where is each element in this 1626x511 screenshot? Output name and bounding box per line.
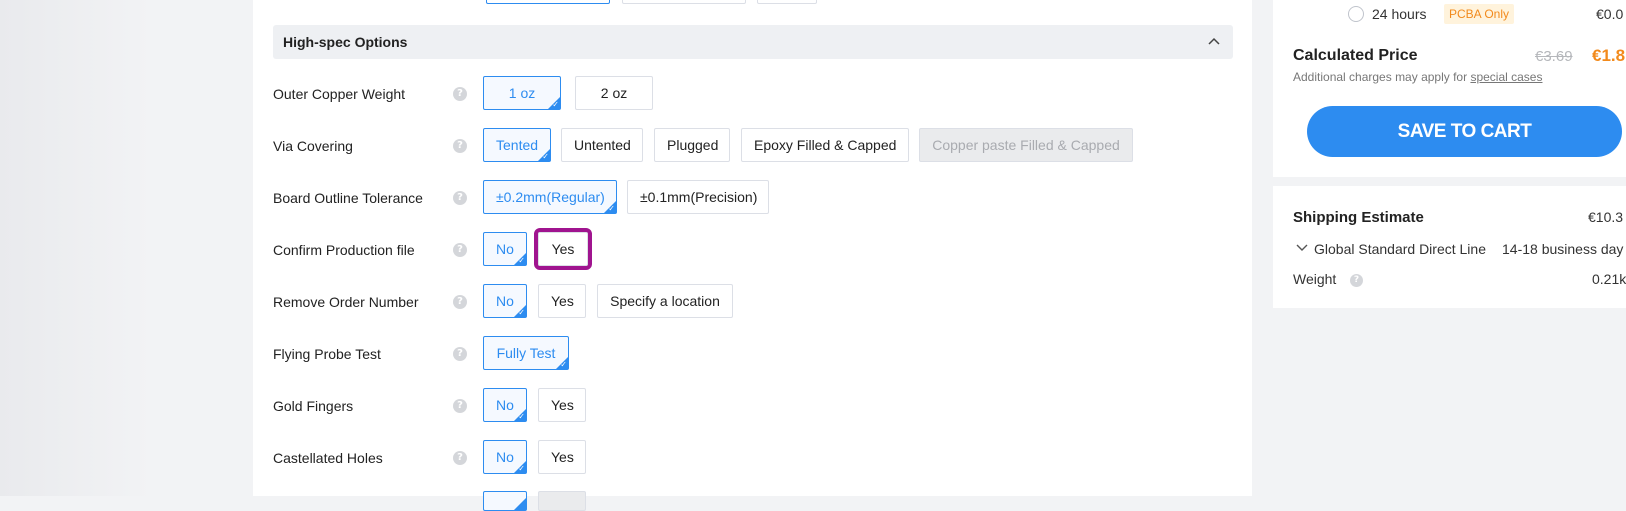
build-time-price: €0.0 <box>1596 6 1624 22</box>
build-time-radio[interactable] <box>1348 6 1364 22</box>
question-circle-icon[interactable]: ? <box>1350 274 1363 287</box>
save-to-cart-button[interactable]: SAVE TO CART <box>1307 106 1622 157</box>
row-board-outline-tolerance: Board Outline Tolerance ? ±0.2mm(Regular… <box>273 180 1233 216</box>
option-yes[interactable]: Yes <box>538 440 586 474</box>
question-circle-icon[interactable]: ? <box>453 399 467 413</box>
question-circle-icon[interactable]: ? <box>453 243 467 257</box>
option-no[interactable]: No ✓ <box>483 284 527 318</box>
shipping-days: 14-18 business day <box>1502 241 1624 257</box>
next-row-selected-button[interactable] <box>483 491 527 511</box>
row-label: Via Covering <box>273 138 353 154</box>
weight-label: Weight <box>1293 271 1337 287</box>
option-yes[interactable]: Yes <box>534 228 592 270</box>
question-circle-icon[interactable]: ? <box>453 191 467 205</box>
option-2-oz[interactable]: 2 oz <box>575 76 653 110</box>
row-label: Board Outline Tolerance <box>273 190 423 206</box>
option-0-1mm-precision[interactable]: ±0.1mm(Precision) <box>627 180 769 214</box>
question-circle-icon[interactable]: ? <box>453 451 467 465</box>
option-no[interactable]: No ✓ <box>483 388 527 422</box>
row-gold-fingers: Gold Fingers ? No ✓ Yes <box>273 388 1233 424</box>
option-tented[interactable]: Tented ✓ <box>483 128 551 162</box>
row-castellated-holes: Castellated Holes ? No ✓ Yes <box>273 440 1233 476</box>
question-circle-icon[interactable]: ? <box>453 139 467 153</box>
row-remove-order-number: Remove Order Number ? No ✓ Yes Specify a … <box>273 284 1233 320</box>
option-yes[interactable]: Yes <box>538 388 586 422</box>
row-label: Castellated Holes <box>273 450 383 466</box>
page-left-gutter <box>0 0 253 496</box>
row-label: Confirm Production file <box>273 242 415 258</box>
section-title: High-spec Options <box>283 34 408 50</box>
question-circle-icon[interactable]: ? <box>453 295 467 309</box>
row-label: Remove Order Number <box>273 294 419 310</box>
build-time-option-label: 24 hours <box>1372 6 1427 22</box>
option-no[interactable]: No ✓ <box>483 232 527 266</box>
option-no[interactable]: No ✓ <box>483 440 527 474</box>
option-specify-location[interactable]: Specify a location <box>597 284 733 318</box>
question-circle-icon[interactable]: ? <box>453 87 467 101</box>
option-untented[interactable]: Untented <box>561 128 643 162</box>
option-0-2mm-regular[interactable]: ±0.2mm(Regular) ✓ <box>483 180 617 214</box>
row-label: Outer Copper Weight <box>273 86 406 102</box>
row-outer-copper-weight: Outer Copper Weight ? 1 oz ✓ 2 oz <box>273 76 1233 112</box>
shipping-price: €10.3 <box>1588 209 1624 225</box>
previous-row-selected-button[interactable] <box>486 0 610 4</box>
question-circle-icon[interactable]: ? <box>453 347 467 361</box>
previous-row-button-3[interactable] <box>757 0 817 4</box>
option-1-oz[interactable]: 1 oz ✓ <box>483 76 561 110</box>
new-price: €1.8 <box>1592 46 1626 65</box>
row-flying-probe-test: Flying Probe Test ? Fully Test ✓ <box>273 336 1233 372</box>
previous-row-button-2[interactable] <box>622 0 746 4</box>
chevron-up-icon[interactable] <box>1207 35 1221 49</box>
option-fully-test[interactable]: Fully Test ✓ <box>483 336 569 370</box>
additional-charges-note: Additional charges may apply for special… <box>1293 70 1542 84</box>
shipping-method[interactable]: Global Standard Direct Line <box>1314 241 1486 257</box>
chevron-down-icon[interactable] <box>1296 241 1308 253</box>
note-text: Additional charges may apply for <box>1293 70 1468 84</box>
calculated-price-label: Calculated Price <box>1293 47 1418 64</box>
option-yes[interactable]: Yes <box>538 284 586 318</box>
shipping-estimate-title: Shipping Estimate <box>1293 209 1424 226</box>
option-copper-paste-filled-capped: Copper paste Filled & Capped <box>919 128 1133 162</box>
pcba-only-badge: PCBA Only <box>1444 4 1515 24</box>
row-label: Gold Fingers <box>273 398 354 414</box>
special-cases-link[interactable]: special cases <box>1470 70 1542 84</box>
option-epoxy-filled-capped[interactable]: Epoxy Filled & Capped <box>741 128 909 162</box>
row-confirm-production-file: Confirm Production file ? No ✓ Yes <box>273 228 1233 270</box>
option-plugged[interactable]: Plugged <box>654 128 730 162</box>
row-label: Flying Probe Test <box>273 346 381 362</box>
row-via-covering: Via Covering ? Tented ✓ Untented Plugged … <box>273 128 1233 164</box>
next-row-button <box>538 491 586 511</box>
old-price: €3.69 <box>1535 48 1573 65</box>
high-spec-options-header[interactable]: High-spec Options <box>273 25 1233 59</box>
weight-value: 0.21k <box>1592 271 1626 287</box>
